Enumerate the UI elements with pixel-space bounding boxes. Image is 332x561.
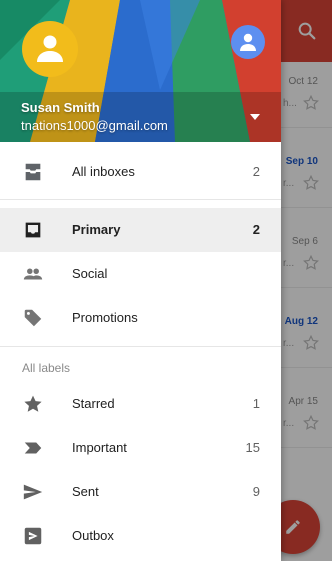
important-icon: [24, 442, 42, 454]
nav-item-label: Promotions: [72, 310, 138, 325]
nav-item-count: 2: [252, 164, 260, 179]
nav-item-important[interactable]: Important 15: [0, 426, 281, 470]
people-icon: [23, 268, 43, 280]
inbox-icon: [25, 222, 41, 238]
navigation-drawer: Susan Smith tnations1000@gmail.com All i…: [0, 0, 281, 561]
nav-item-all-inboxes[interactable]: All inboxes 2: [0, 150, 281, 194]
nav-item-label: Starred: [72, 396, 115, 411]
nav-item-label: Sent: [72, 484, 99, 499]
nav-item-social[interactable]: Social: [0, 252, 281, 296]
tag-icon: [24, 309, 42, 327]
account-avatar[interactable]: [22, 21, 78, 77]
all-inboxes-icon: [25, 163, 41, 181]
nav-item-label: All inboxes: [72, 164, 135, 179]
nav-item-starred[interactable]: Starred 1: [0, 382, 281, 426]
account-header: Susan Smith tnations1000@gmail.com: [0, 0, 281, 142]
send-icon: [23, 484, 43, 500]
star-icon: [24, 395, 42, 412]
nav-item-sent[interactable]: Sent 9: [0, 470, 281, 514]
nav-item-count: 2: [252, 222, 260, 237]
account-dropdown-icon[interactable]: [248, 112, 262, 122]
nav-item-count: 9: [252, 484, 260, 499]
nav-item-label: Primary: [72, 222, 121, 237]
nav-item-count: 15: [245, 440, 260, 455]
nav-item-primary[interactable]: Primary 2: [0, 208, 281, 252]
divider: [0, 199, 281, 200]
account-email: tnations1000@gmail.com: [21, 118, 168, 133]
person-icon: [240, 33, 256, 51]
nav-item-label: Outbox: [72, 528, 114, 543]
nav-item-promotions[interactable]: Promotions: [0, 296, 281, 340]
account-name: Susan Smith: [21, 100, 100, 115]
switch-account-avatar[interactable]: [231, 25, 265, 59]
outbox-icon: [24, 527, 42, 545]
person-icon: [37, 35, 63, 62]
nav-item-count: 1: [252, 396, 260, 411]
labels-section-header: All labels: [22, 361, 71, 375]
divider: [0, 346, 281, 347]
nav-item-outbox[interactable]: Outbox: [0, 514, 281, 558]
nav-item-label: Social: [72, 266, 108, 281]
nav-item-label: Important: [72, 440, 127, 455]
